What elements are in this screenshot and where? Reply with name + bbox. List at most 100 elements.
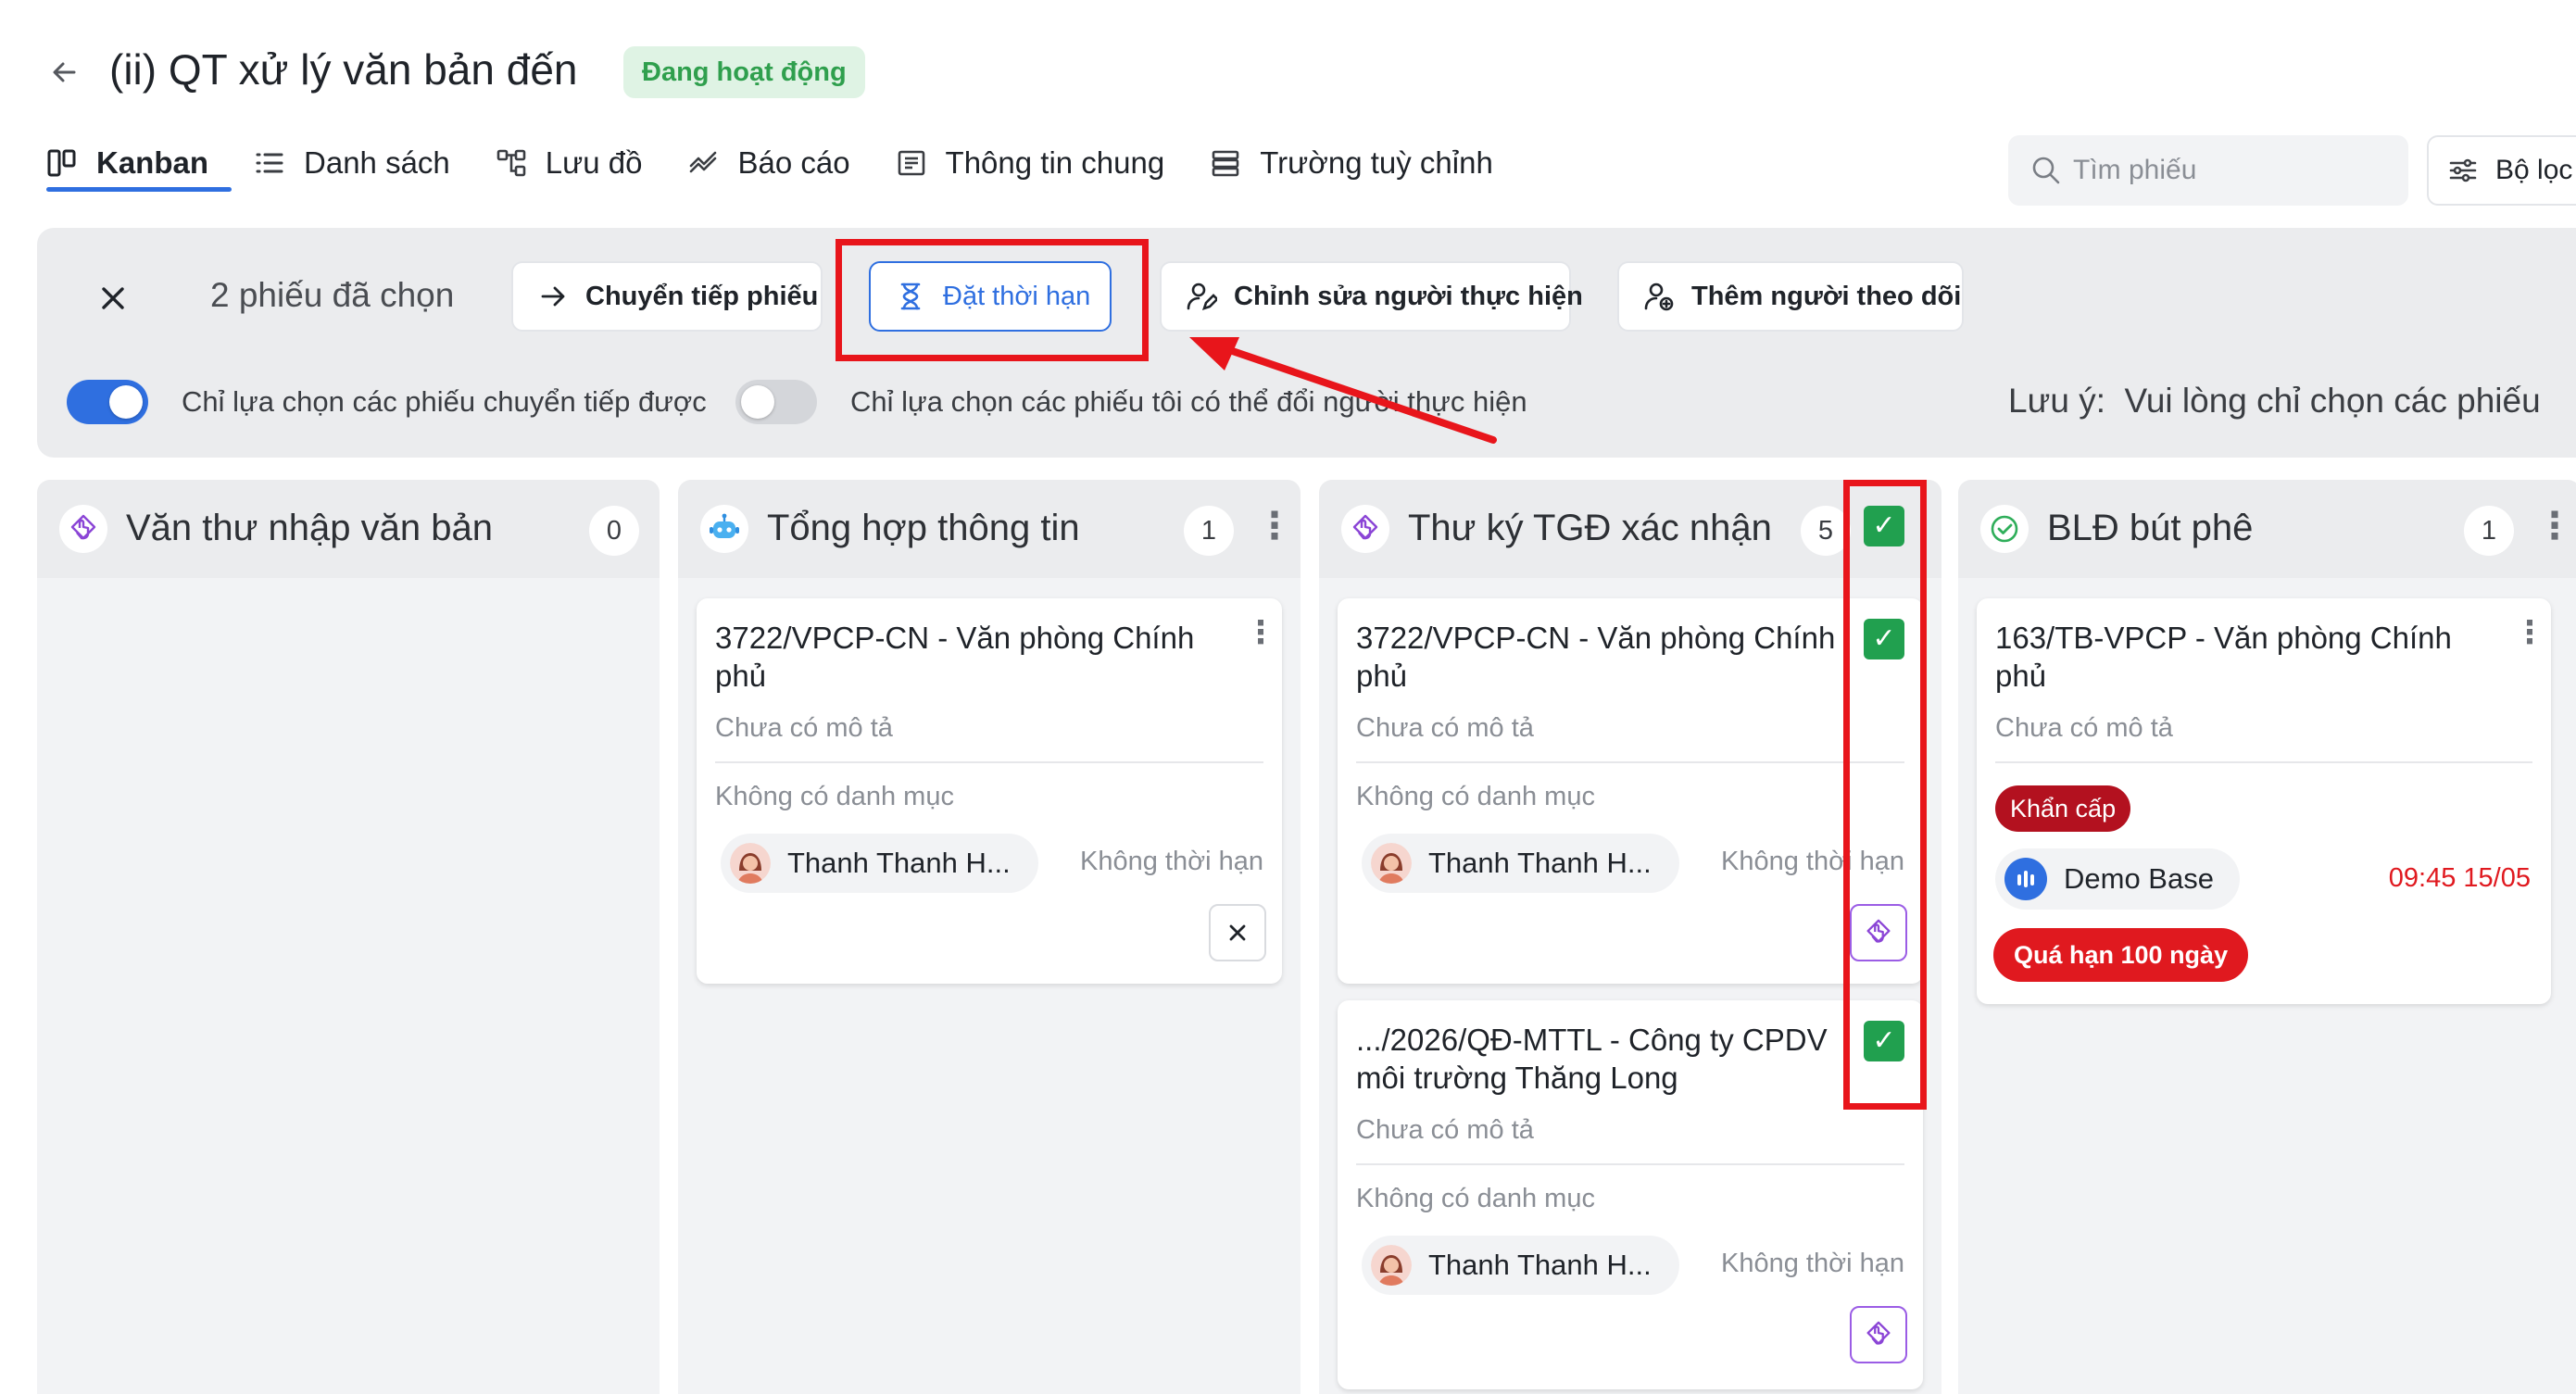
- divider: [1356, 1163, 1904, 1165]
- selected-count: 2 phiếu đã chọn: [210, 276, 455, 314]
- tab-label: Báo cáo: [737, 145, 850, 180]
- toggle-knob: [109, 385, 143, 419]
- ticket-card[interactable]: .../2026/QĐ-MTTL - Công ty CPDV môi trườ…: [1338, 1000, 1923, 1389]
- more-vertical-icon[interactable]: ⋮: [1245, 617, 1276, 656]
- tab-label: Thông tin chung: [945, 145, 1165, 180]
- selection-note: Lưu ý: Vui lòng chỉ chọn các phiếu: [2008, 382, 2541, 421]
- filter-sliders-icon: [2447, 155, 2479, 186]
- tab-general-info[interactable]: Thông tin chung: [896, 135, 1165, 191]
- tab-kanban[interactable]: Kanban: [46, 135, 208, 191]
- edit-assignee-button[interactable]: Chỉnh sửa người thực hiện: [1160, 261, 1583, 332]
- avatar: [730, 843, 771, 884]
- action-label: Thêm người theo dõi: [1691, 281, 1962, 311]
- robot-icon: [700, 505, 748, 553]
- search-box[interactable]: [2008, 135, 2408, 206]
- assignee-chip[interactable]: Thanh Thanh H...: [1362, 1236, 1679, 1295]
- column-title: BLĐ bút phê: [2047, 508, 2254, 548]
- ticket-card[interactable]: 163/TB-VPCP - Văn phòng Chính phủ ⋮ Chưa…: [1977, 598, 2551, 1004]
- assignee-chip[interactable]: Thanh Thanh H...: [721, 834, 1038, 893]
- column-body: [37, 578, 660, 1394]
- ticket-card[interactable]: 3722/VPCP-CN - Văn phòng Chính phủ ✓ Chư…: [1338, 598, 1923, 984]
- forwardable-only-label: Chỉ lựa chọn các phiếu chuyển tiếp được: [182, 385, 707, 418]
- column-title: Tổng hợp thông tin: [767, 508, 1080, 548]
- active-tab-indicator: [46, 187, 232, 192]
- divider: [1356, 761, 1904, 763]
- filter-button[interactable]: Bộ lọc: [2427, 135, 2576, 206]
- kanban-column: BLĐ bút phê 1 ⋮ 163/TB-VPCP - Văn phòng …: [1958, 480, 2576, 1394]
- card-category: Không có danh mục: [1356, 782, 1595, 811]
- column-header: BLĐ bút phê 1 ⋮: [1958, 480, 2576, 578]
- more-vertical-icon[interactable]: ⋮: [2514, 617, 2545, 656]
- column-title: Văn thư nhập văn bản: [126, 508, 493, 548]
- more-vertical-icon[interactable]: ⋮: [1256, 508, 1293, 552]
- close-icon[interactable]: [93, 278, 133, 319]
- more-vertical-icon[interactable]: ⋮: [2536, 508, 2573, 552]
- info-icon: [896, 147, 927, 179]
- list-icon: [254, 147, 285, 179]
- search-icon: [2030, 155, 2062, 186]
- search-input[interactable]: [2073, 155, 2388, 186]
- card-description: Chưa có mô tả: [1356, 1115, 1534, 1145]
- forward-ticket-button[interactable]: Chuyển tiếp phiếu: [511, 261, 823, 332]
- tab-label: Kanban: [96, 145, 209, 180]
- card-category: Không có danh mục: [1356, 1184, 1595, 1213]
- arrow-left-icon[interactable]: [46, 54, 83, 91]
- column-body: 3722/VPCP-CN - Văn phòng Chính phủ ⋮ Chư…: [678, 578, 1301, 1394]
- tab-label: Lưu đồ: [545, 145, 643, 180]
- user-edit-icon: [1186, 281, 1217, 312]
- column-title: Thư ký TGĐ xác nhận: [1408, 508, 1772, 548]
- step-hand-icon: [1341, 505, 1389, 553]
- tab-label: Danh sách: [304, 145, 450, 180]
- forwardable-only-toggle[interactable]: [67, 380, 148, 424]
- card-title: .../2026/QĐ-MTTL - Công ty CPDV môi trườ…: [1356, 1023, 1828, 1095]
- view-tabs: Kanban Danh sách Lưu đồ Báo cáo Thông ti…: [46, 135, 1539, 191]
- assignee-name: Thanh Thanh H...: [1428, 1249, 1652, 1281]
- organization-chip[interactable]: Demo Base: [1995, 848, 2240, 910]
- card-category: Không có danh mục: [715, 782, 954, 811]
- overdue-badge: Quá hạn 100 ngày: [1993, 928, 2249, 982]
- status-badge: Đang hoạt động: [623, 46, 865, 98]
- demo-base-logo-icon: [2004, 858, 2047, 900]
- avatar: [1371, 843, 1412, 884]
- card-title: 3722/VPCP-CN - Văn phòng Chính phủ: [1356, 621, 1836, 693]
- custom-fields-icon: [1210, 147, 1241, 179]
- column-count: 0: [589, 506, 639, 556]
- kanban-column: Văn thư nhập văn bản 0: [37, 480, 660, 1394]
- card-description: Chưa có mô tả: [1356, 713, 1534, 743]
- user-follow-icon: [1643, 281, 1675, 312]
- divider: [1995, 761, 2532, 763]
- step-hand-icon: [59, 505, 107, 553]
- card-due-time: 09:45 15/05: [2388, 863, 2531, 893]
- card-title: 163/TB-VPCP - Văn phòng Chính phủ: [1995, 621, 2452, 693]
- note-label: Lưu ý:: [2008, 382, 2105, 420]
- divider: [715, 761, 1263, 763]
- filter-label: Bộ lọc: [2495, 155, 2573, 185]
- reassignable-only-toggle[interactable]: [735, 380, 817, 424]
- tab-custom-fields[interactable]: Trường tuỳ chỉnh: [1210, 135, 1493, 191]
- action-label: Chuyển tiếp phiếu: [585, 281, 819, 311]
- tab-flowchart[interactable]: Lưu đồ: [496, 135, 643, 191]
- organization-name: Demo Base: [2064, 862, 2214, 895]
- card-deadline: Không thời hạn: [1720, 1249, 1904, 1278]
- highlight-box: [1843, 480, 1927, 1110]
- column-body: 163/TB-VPCP - Văn phòng Chính phủ ⋮ Chưa…: [1958, 578, 2576, 1394]
- assignee-name: Thanh Thanh H...: [1428, 847, 1652, 879]
- ticket-card[interactable]: 3722/VPCP-CN - Văn phòng Chính phủ ⋮ Chư…: [697, 598, 1282, 984]
- flowchart-icon: [496, 147, 527, 179]
- add-follower-button[interactable]: Thêm người theo dõi: [1617, 261, 1964, 332]
- avatar: [1371, 1245, 1412, 1286]
- step-hand-icon[interactable]: [1850, 1306, 1907, 1363]
- close-icon[interactable]: [1209, 904, 1266, 961]
- kanban-column: Tổng hợp thông tin 1 ⋮ 3722/VPCP-CN - Vă…: [678, 480, 1301, 1394]
- tab-list[interactable]: Danh sách: [254, 135, 450, 191]
- assignee-chip[interactable]: Thanh Thanh H...: [1362, 834, 1679, 893]
- annotation-arrow-icon: [1189, 337, 1497, 444]
- card-deadline: Không thời hạn: [1079, 847, 1263, 876]
- kanban-icon: [46, 147, 78, 179]
- toggle-knob: [741, 385, 774, 419]
- action-label: Chỉnh sửa người thực hiện: [1234, 281, 1583, 311]
- column-count: 1: [2464, 506, 2514, 556]
- note-text: Vui lòng chỉ chọn các phiếu: [2124, 382, 2541, 420]
- tab-report[interactable]: Báo cáo: [687, 135, 850, 191]
- check-circle-icon: [1980, 505, 2029, 553]
